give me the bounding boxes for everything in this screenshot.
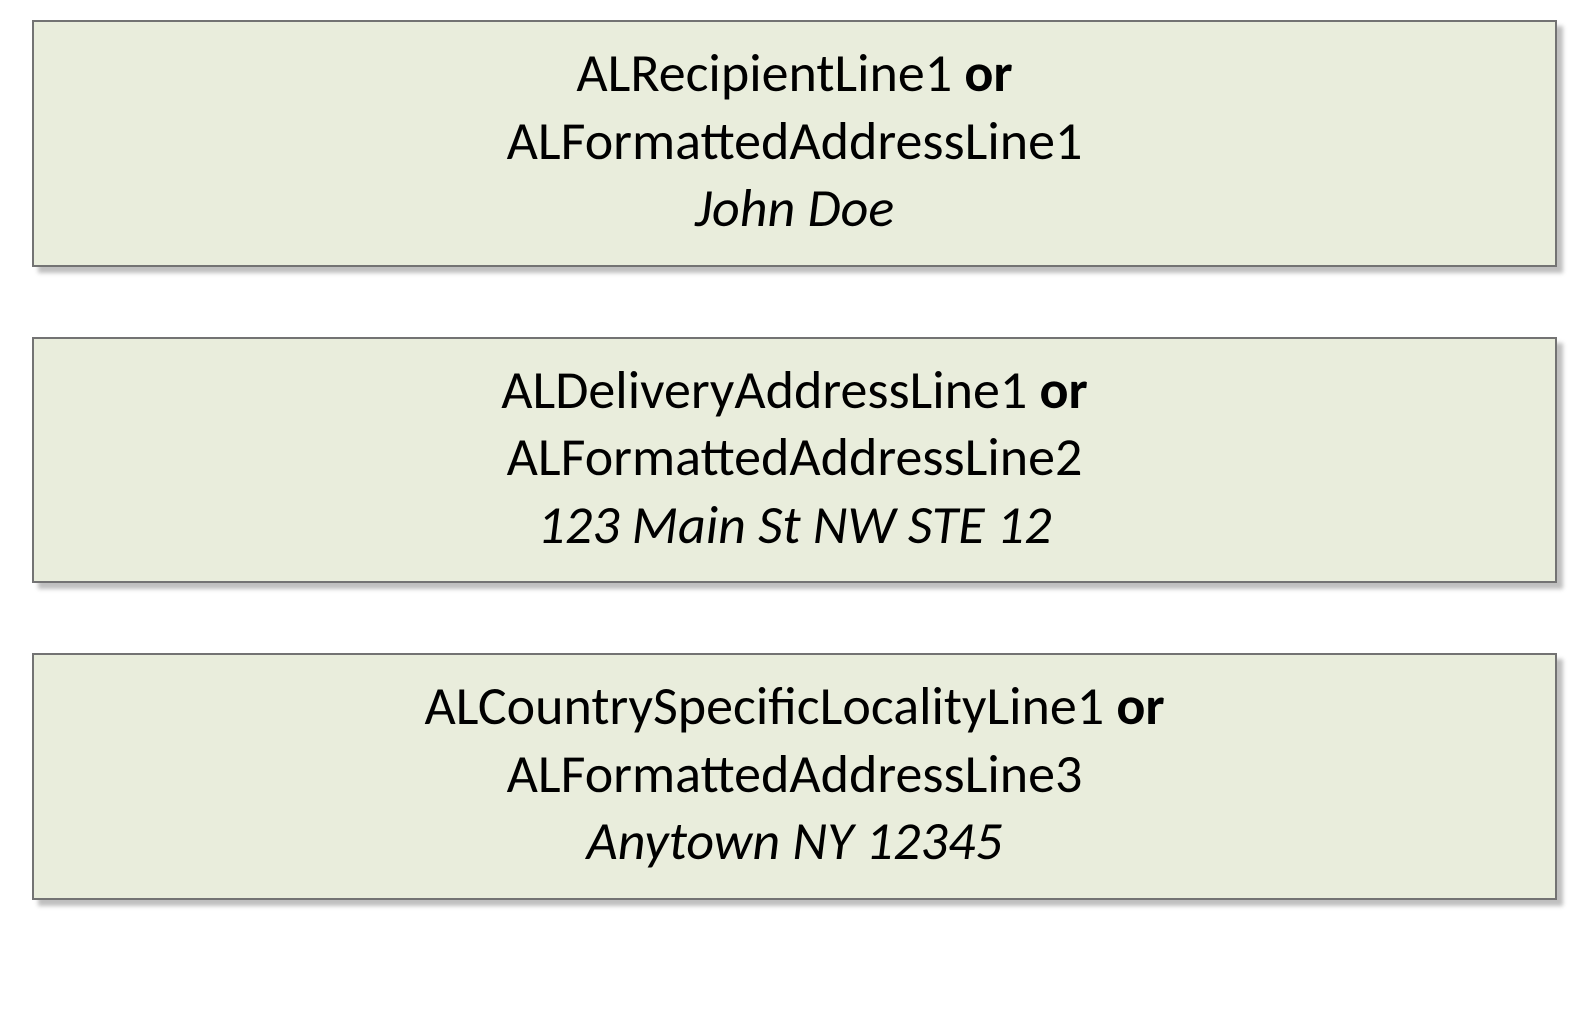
address-line-block-2: ALDeliveryAddressLine1 or ALFormattedAdd… bbox=[32, 337, 1557, 584]
primary-label-line: ALDeliveryAddressLine1 or bbox=[44, 357, 1545, 425]
example-value: Anytown NY 12345 bbox=[44, 808, 1545, 876]
address-line-block-1: ALRecipientLine1 or ALFormattedAddressLi… bbox=[32, 20, 1557, 267]
example-value: John Doe bbox=[44, 175, 1545, 243]
address-line-block-3: ALCountrySpecificLocalityLine1 or ALForm… bbox=[32, 653, 1557, 900]
primary-label: ALRecipientLine1 bbox=[576, 40, 952, 106]
primary-label: ALCountrySpecificLocalityLine1 bbox=[424, 673, 1104, 739]
or-separator: or bbox=[1116, 673, 1164, 739]
example-value: 123 Main St NW STE 12 bbox=[44, 492, 1545, 560]
secondary-label: ALFormattedAddressLine1 bbox=[44, 108, 1545, 176]
or-separator: or bbox=[964, 40, 1012, 106]
primary-label-line: ALCountrySpecificLocalityLine1 or bbox=[44, 673, 1545, 741]
primary-label: ALDeliveryAddressLine1 bbox=[501, 357, 1027, 423]
primary-label-line: ALRecipientLine1 or bbox=[44, 40, 1545, 108]
or-separator: or bbox=[1039, 357, 1087, 423]
secondary-label: ALFormattedAddressLine3 bbox=[44, 741, 1545, 809]
secondary-label: ALFormattedAddressLine2 bbox=[44, 424, 1545, 492]
